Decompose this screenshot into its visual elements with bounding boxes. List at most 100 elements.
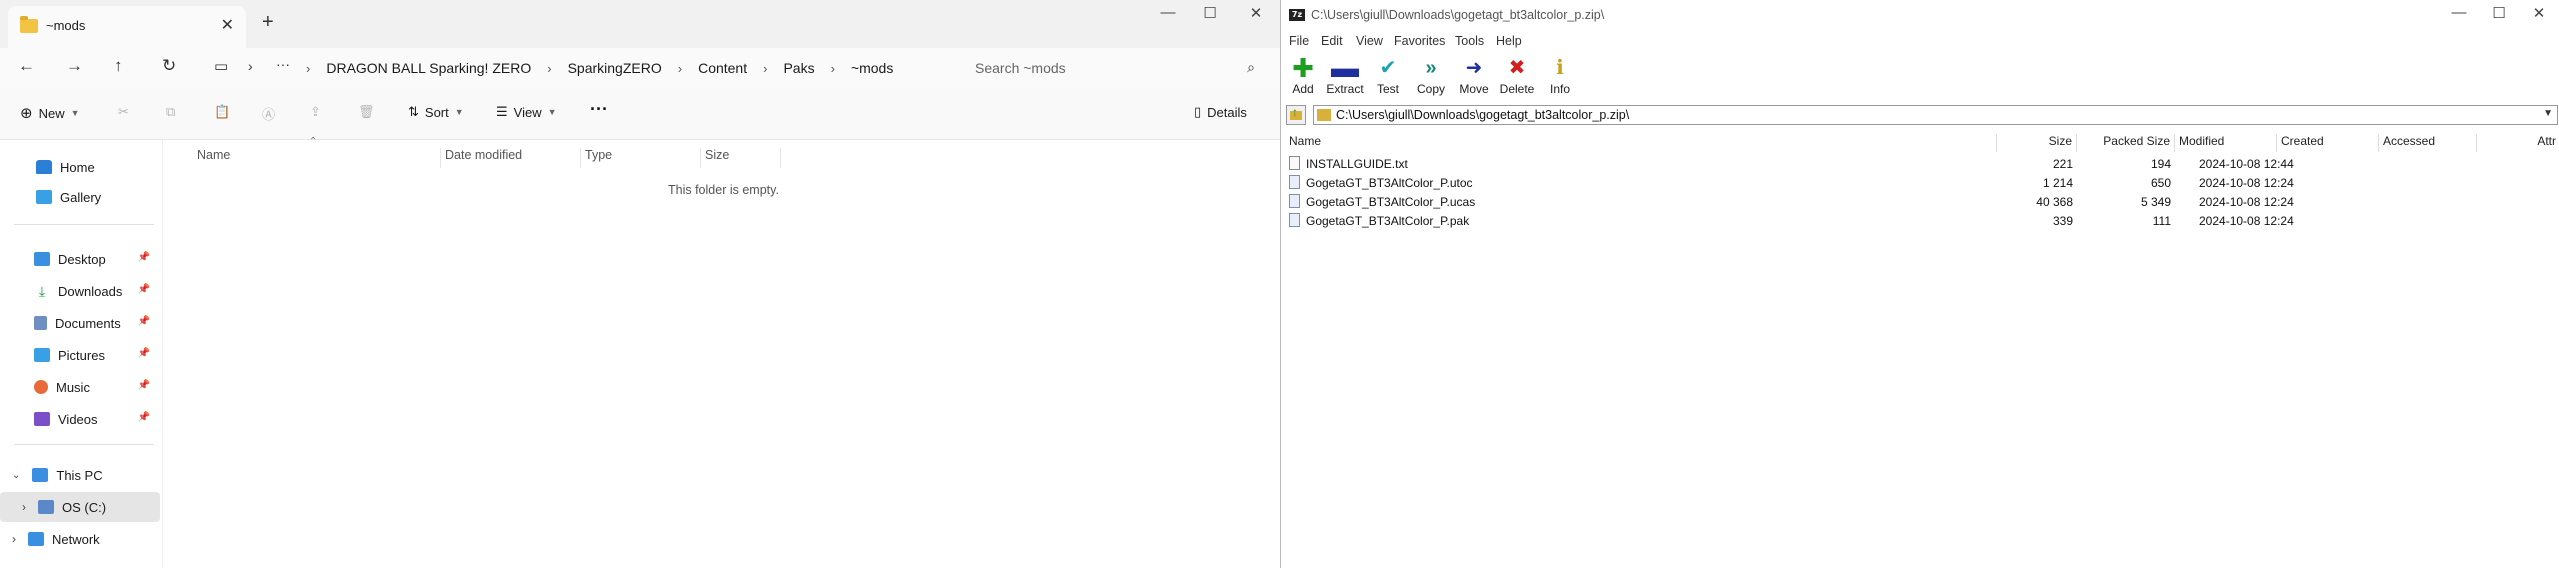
menu-bar: File Edit View Favorites Tools Help [1281,32,2559,52]
refresh-icon[interactable]: ↻ [162,56,176,76]
chevron-right-icon[interactable]: › [22,500,26,514]
pin-icon[interactable]: 📌 [138,380,150,391]
maximize-icon[interactable]: ☐ [1190,4,1230,22]
menu-help[interactable]: Help [1496,34,1522,48]
sidebar-item-downloads[interactable]: ⤓ Downloads 📌 [0,276,160,306]
folder-icon [20,16,38,33]
explorer-tab[interactable]: ~mods ✕ [8,6,246,48]
delete-button[interactable]: ✖ Delete [1497,56,1537,96]
desktop-icon [34,252,50,266]
back-arrow-icon[interactable]: ← [18,56,35,76]
folder-up-icon[interactable] [1286,105,1306,125]
breadcrumb: › DRAGON BALL Sparking! ZERO › SparkingZ… [300,48,903,88]
column-header-created[interactable]: Created [2277,134,2379,152]
maximize-icon[interactable]: ☐ [2479,4,2519,22]
breadcrumb-item[interactable]: Content [698,60,747,76]
table-row[interactable]: GogetaGT_BT3AltColor_P.utoc 1 214 650 20… [1281,173,2559,192]
plus-icon: ✚ [1292,53,1314,83]
pin-icon[interactable]: 📌 [138,284,150,295]
column-header-attr[interactable]: Attr [2477,134,2559,152]
column-header-accessed[interactable]: Accessed [2379,134,2477,152]
search-icon: ⌕ [1247,59,1255,75]
close-tab-icon[interactable]: ✕ [221,15,234,35]
pin-icon[interactable]: 📌 [138,412,150,423]
chevron-down-icon[interactable]: ▼ [2543,108,2553,119]
breadcrumb-item[interactable]: SparkingZERO [568,60,662,76]
sidebar-item-home[interactable]: Home [0,152,160,182]
new-tab-icon[interactable]: + [262,11,274,34]
details-button[interactable]: ▯ Details [1194,104,1247,120]
copy-icon[interactable]: ⧉ [166,104,175,120]
menu-favorites[interactable]: Favorites [1394,34,1445,48]
sidebar-item-pictures[interactable]: Pictures 📌 [0,340,160,370]
sidebar-item-label: Home [60,159,95,175]
breadcrumb-item[interactable]: ~mods [851,60,893,76]
column-header-size[interactable]: Size [701,148,781,168]
sidebar-item-desktop[interactable]: Desktop 📌 [0,244,160,274]
sidebar-item-network[interactable]: › Network [0,524,160,554]
divider [14,224,154,225]
more-breadcrumb-icon[interactable]: ··· [276,56,290,72]
chevron-down-icon: ▼ [454,107,464,117]
table-row[interactable]: GogetaGT_BT3AltColor_P.ucas 40 368 5 349… [1281,192,2559,211]
close-window-icon[interactable]: ✕ [2519,4,2559,22]
sidebar-item-videos[interactable]: Videos 📌 [0,404,160,434]
cut-icon[interactable]: ✂ [118,104,129,120]
column-header-size[interactable]: Size [1997,134,2077,152]
rename-icon[interactable]: Ⓐ [262,104,275,123]
monitor-icon[interactable]: ▭ [214,57,228,75]
forward-arrow-icon[interactable]: → [66,56,83,76]
menu-edit[interactable]: Edit [1321,34,1343,48]
chevron-down-icon[interactable]: ⌄ [12,470,20,481]
paste-icon[interactable]: 📋 [214,104,230,120]
column-header-type[interactable]: Type [581,148,701,168]
pin-icon[interactable]: 📌 [138,252,150,263]
menu-view[interactable]: View [1356,34,1383,48]
chevron-right-icon: › [830,60,835,76]
chevron-right-icon[interactable]: › [12,532,16,546]
minimize-icon[interactable]: — [2439,4,2479,21]
column-header-name[interactable]: Name [193,148,441,168]
copy-button[interactable]: » Copy [1411,56,1451,96]
chevron-right-icon: › [248,58,253,74]
sidebar-item-gallery[interactable]: Gallery [0,182,160,212]
share-icon[interactable]: ⇪ [310,104,321,120]
file-explorer-window: ~mods ✕ + — ☐ ✕ ← → ↑ ↻ ▭ › ··· › DRAGON… [0,0,1280,568]
up-arrow-icon[interactable]: ↑ [114,56,123,76]
info-button[interactable]: ℹ Info [1540,56,1580,96]
address-input[interactable]: C:\Users\giull\Downloads\gogetagt_bt3alt… [1313,105,2558,125]
column-header-date-modified[interactable]: Date modified [441,148,581,168]
close-window-icon[interactable]: ✕ [1236,4,1276,22]
sort-icon: ⇅ [408,104,419,119]
pin-icon[interactable]: 📌 [138,348,150,359]
extract-button[interactable]: ▬ Extract [1325,54,1365,97]
breadcrumb-item[interactable]: DRAGON BALL Sparking! ZERO [326,60,531,76]
sidebar-item-this-pc[interactable]: ⌄ This PC [0,460,160,490]
7zip-logo-icon: 7z [1289,9,1305,21]
delete-icon[interactable]: 🗑 [358,104,375,120]
column-header-name[interactable]: Name [1285,134,1997,152]
sidebar-item-music[interactable]: Music 📌 [0,372,160,402]
table-row[interactable]: INSTALLGUIDE.txt 221 194 2024-10-08 12:4… [1281,154,2559,173]
column-header-modified[interactable]: Modified [2175,134,2277,152]
new-label: New [38,105,65,121]
sidebar-item-os-c[interactable]: › OS (C:) [0,492,160,522]
column-header-packed-size[interactable]: Packed Size [2077,134,2175,152]
view-button[interactable]: ☰ View ▼ [496,104,557,120]
new-button[interactable]: ⊕ New ▼ [20,104,80,122]
pin-icon[interactable]: 📌 [138,316,150,327]
test-button[interactable]: ✔ Test [1368,56,1408,96]
more-options-icon[interactable]: ··· [590,99,608,120]
menu-file[interactable]: File [1289,34,1309,48]
drive-icon [38,500,54,514]
search-input[interactable]: Search ~mods ⌕ [965,54,1265,82]
menu-tools[interactable]: Tools [1455,34,1484,48]
file-modified: 2024-10-08 12:24 [2199,214,2294,228]
sort-button[interactable]: ⇅ Sort ▼ [408,104,464,120]
move-button[interactable]: ➜ Move [1454,56,1494,96]
breadcrumb-item[interactable]: Paks [783,60,814,76]
sidebar-item-documents[interactable]: Documents 📌 [0,308,160,338]
minimize-icon[interactable]: — [1148,4,1188,21]
add-button[interactable]: ✚ Add [1283,53,1323,96]
table-row[interactable]: GogetaGT_BT3AltColor_P.pak 339 111 2024-… [1281,211,2559,230]
